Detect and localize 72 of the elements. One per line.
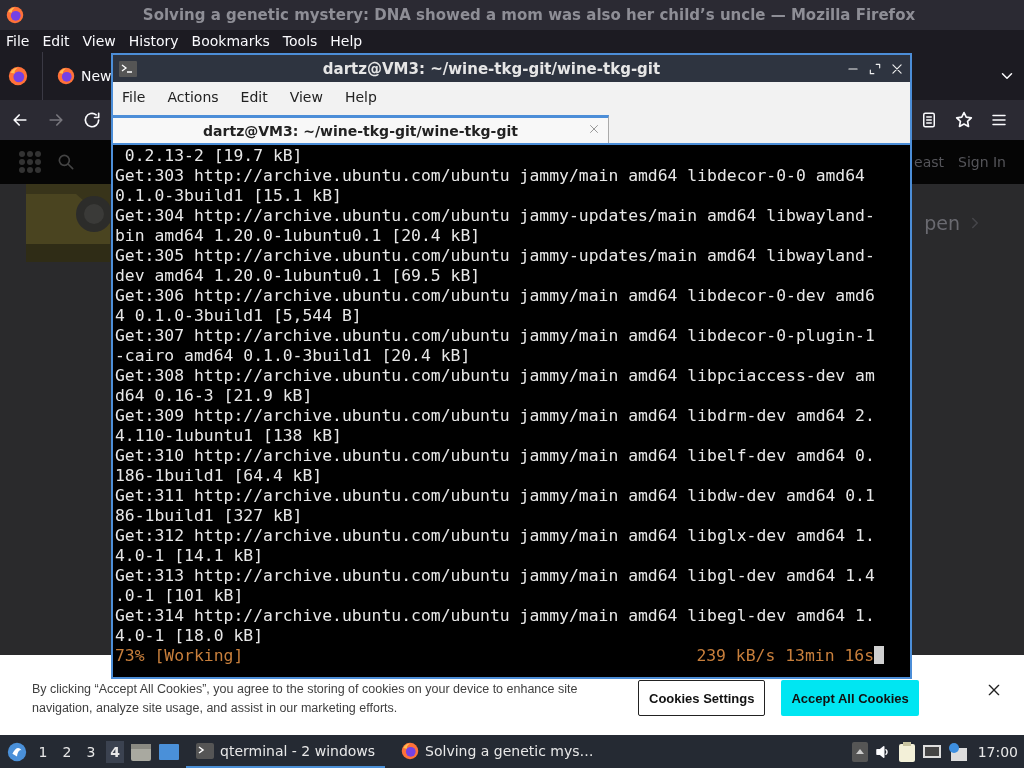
workspace-button[interactable]: 1 xyxy=(34,740,52,763)
terminal-line: Get:307 http://archive.ubuntu.com/ubuntu jammy/main amd64 libdecor-0-plugin-1 xyxy=(115,326,876,346)
terminal-line: d64 0.16-3 [21.9 kB] xyxy=(115,386,314,406)
menu-item[interactable]: View xyxy=(289,89,323,105)
reload-icon[interactable] xyxy=(82,110,102,130)
settings-button[interactable]: Cookies Settings xyxy=(638,680,766,716)
start-menu-icon[interactable] xyxy=(6,740,28,763)
terminal-line: 4.0-1 [18.0 kB] xyxy=(115,626,265,646)
network-icon[interactable] xyxy=(921,742,942,761)
terminal-line: Get:311 http://archive.ubuntu.com/ubuntu jammy/main amd64 libdw-dev amd64 0.1 xyxy=(115,486,876,506)
window-title: dartz@VM3: ~/wine-tkg-git/wine-tkg-git xyxy=(321,59,662,78)
notification-icon[interactable] xyxy=(947,741,968,762)
menu-item[interactable]: Bookmarks xyxy=(191,33,270,49)
cursor xyxy=(874,646,884,664)
firefox-icon xyxy=(8,66,28,86)
menu-item[interactable]: Edit xyxy=(42,33,70,49)
clock: 17:00 xyxy=(977,743,1018,760)
window-icon[interactable] xyxy=(158,741,180,762)
window-title: Solving a genetic mystery: DNA showed a mom was also her child’s uncle — Mozilla Firefox xyxy=(141,6,917,24)
menu-item[interactable]: Actions xyxy=(167,89,219,105)
cookie-notice-text: By clicking “Accept All Cookies”, you agree to the storing of cookies on your device to enhance site navigation, analyze site usage, and assist in our marketing efforts. xyxy=(32,681,579,717)
close-icon xyxy=(986,682,1002,698)
terminal-line: Get:312 http://archive.ubuntu.com/ubuntu jammy/main amd64 libglx-dev amd64 1. xyxy=(115,526,876,546)
terminal-line: Get:308 http://archive.ubuntu.com/ubuntu jammy/main amd64 libpciaccess-dev am xyxy=(115,366,876,386)
terminal-line: 4 0.1.0-3build1 [5,544 B] xyxy=(115,306,363,326)
terminal-tab[interactable]: dartz@VM3: ~/wine-tkg-git/wine-tkg-git xyxy=(113,115,609,143)
clipboard-icon[interactable] xyxy=(897,740,916,763)
terminal-icon xyxy=(196,742,214,759)
terminal-line: Get:314 http://archive.ubuntu.com/ubuntu jammy/main amd64 libegl-dev amd64 1. xyxy=(115,606,876,626)
terminal-line: 4.0-1 [14.1 kB] xyxy=(115,546,265,566)
firefox-icon xyxy=(401,741,420,760)
workspace-button[interactable]: 2 xyxy=(58,740,76,763)
terminal-line: 4.110-1ubuntu1 [138 kB] xyxy=(115,426,343,446)
terminal-line: Get:305 http://archive.ubuntu.com/ubuntu jammy-updates/main amd64 libwayland- xyxy=(115,246,876,266)
progress-text: 73% [Working] xyxy=(115,646,244,666)
tray-up-icon[interactable] xyxy=(851,741,868,762)
menu-item[interactable]: View xyxy=(82,33,116,49)
terminal-line: -cairo amd64 0.1.0-3build1 [20.4 kB] xyxy=(115,346,472,366)
menu-item[interactable]: Edit xyxy=(240,89,268,105)
terminal-line: .0-1 [101 kB] xyxy=(115,586,245,606)
terminal-line: 0.2.13-2 [19.7 kB] xyxy=(123,146,304,166)
terminal-line: 86-1build1 [327 kB] xyxy=(115,506,304,526)
workspace-button[interactable]: 4 xyxy=(106,740,124,763)
transfer-rate: 239 kB/s 13min 16s xyxy=(696,646,874,666)
accept-button[interactable]: Accept All Cookies xyxy=(781,680,919,716)
menu-item[interactable]: File xyxy=(6,33,30,49)
reader-view-icon[interactable] xyxy=(920,111,938,129)
taskbar-button[interactable]: qterminal - 2 windows xyxy=(186,735,386,768)
menu-item[interactable]: History xyxy=(128,33,179,49)
menu-item[interactable]: File xyxy=(122,89,146,105)
menu-item[interactable]: Help xyxy=(330,33,363,49)
maximize-icon[interactable] xyxy=(868,61,882,76)
terminal-line: Get:303 http://archive.ubuntu.com/ubuntu jammy/main amd64 libdecor-0-0 amd64 xyxy=(115,166,866,186)
terminal-line: bin amd64 1.20.0-1ubuntu0.1 [20.4 kB] xyxy=(115,226,482,246)
terminal-line: Get:306 http://archive.ubuntu.com/ubuntu jammy/main amd64 libdecor-0-dev amd6 xyxy=(115,286,876,306)
terminal-line: 0.1.0-3build1 [15.1 kB] xyxy=(115,186,343,206)
star-icon[interactable] xyxy=(954,110,974,130)
terminal-line: dev amd64 1.20.0-1ubuntu0.1 [69.5 kB] xyxy=(115,266,482,286)
close-icon[interactable] xyxy=(890,61,904,76)
menu-item[interactable]: Help xyxy=(344,89,377,105)
terminal-line: Get:304 http://archive.ubuntu.com/ubuntu jammy-updates/main amd64 libwayland- xyxy=(115,206,876,226)
terminal-line: Get:309 http://archive.ubuntu.com/ubuntu jammy/main amd64 libdrm-dev amd64 2. xyxy=(115,406,876,426)
terminal-line: Get:310 http://archive.ubuntu.com/ubuntu jammy/main amd64 libelf-dev amd64 0. xyxy=(115,446,876,466)
terminal-line: 186-1build1 [64.4 kB] xyxy=(115,466,324,486)
firefox-icon xyxy=(57,67,75,85)
firefox-icon xyxy=(6,6,24,24)
workspace-button[interactable]: 3 xyxy=(82,740,100,763)
file-manager-icon[interactable] xyxy=(130,741,152,762)
terminal-icon xyxy=(119,60,137,77)
taskbar-button[interactable]: Solving a genetic mys… xyxy=(391,735,604,768)
menu-item[interactable]: Tools xyxy=(282,33,318,49)
terminal-line: Get:313 http://archive.ubuntu.com/ubuntu jammy/main amd64 libgl-dev amd64 1.4 xyxy=(115,566,876,586)
